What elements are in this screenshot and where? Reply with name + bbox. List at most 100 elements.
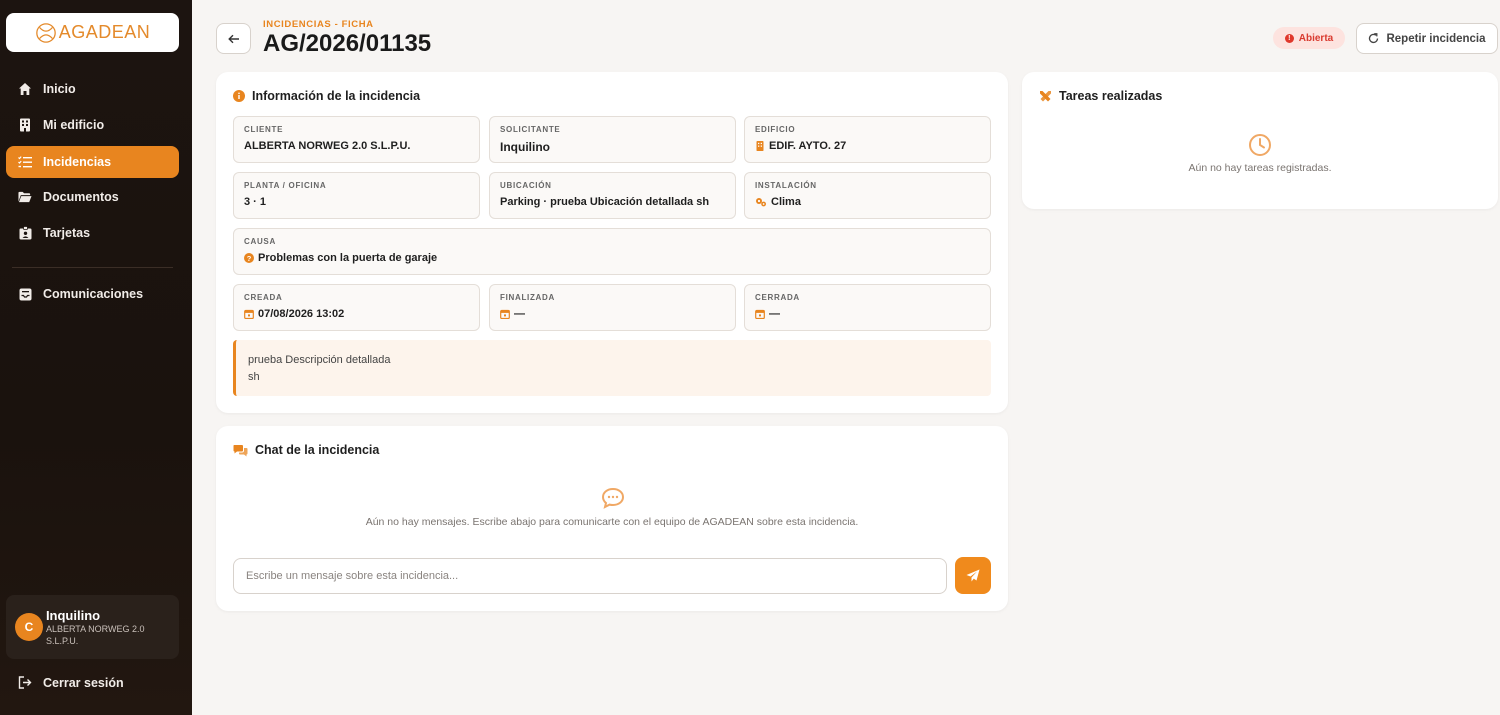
id-card-icon xyxy=(18,226,32,240)
logo-text: AGADEAN xyxy=(58,22,151,42)
field-value: 3 · 1 xyxy=(244,196,267,208)
arrow-left-icon xyxy=(227,34,239,43)
chat-empty-text: Aún no hay mensajes. Escribe abajo para … xyxy=(365,516,859,528)
paper-plane-icon xyxy=(966,569,980,582)
field-label: CERRADA xyxy=(755,293,800,302)
finalizada-value-text: — xyxy=(514,308,525,320)
page-subtitle: INCIDENCIAS - FICHA xyxy=(263,19,374,30)
repeat-label: Repetir incidencia xyxy=(1386,32,1486,45)
nav-label: Inicio xyxy=(43,82,76,96)
chat-card-title: Chat de la incidencia xyxy=(233,443,379,457)
back-button[interactable] xyxy=(216,23,251,54)
field-value: EDIF. AYTO. 27 xyxy=(755,140,980,152)
field-label: EDIFICIO xyxy=(755,125,796,134)
creada-value-text: 07/08/2026 13:02 xyxy=(258,308,345,320)
building-icon xyxy=(18,118,32,132)
info-card-title: Información de la incidencia xyxy=(233,89,420,103)
field-value: Clima xyxy=(755,196,980,208)
list-icon xyxy=(18,155,32,169)
field-label: CLIENTE xyxy=(244,125,284,134)
nav-item-comunicaciones[interactable]: Comunicaciones xyxy=(6,278,179,310)
home-icon xyxy=(18,82,32,96)
field-label: CAUSA xyxy=(244,237,276,246)
field-cerrada: CERRADA — xyxy=(744,284,991,331)
field-edificio: EDIFICIO EDIF. AYTO. 27 xyxy=(744,116,991,163)
causa-value-text: Problemas con la puerta de garaje xyxy=(258,252,438,264)
nav-item-incidencias[interactable]: Incidencias xyxy=(6,146,179,178)
tools-icon xyxy=(1040,90,1051,101)
field-label: UBICACIÓN xyxy=(500,181,552,190)
logout-button[interactable]: Cerrar sesión xyxy=(6,668,179,698)
edificio-value-text: EDIF. AYTO. 27 xyxy=(769,140,847,152)
message-bubble-icon xyxy=(600,487,625,509)
field-value: Parking · prueba Ubicación detallada sh xyxy=(500,196,710,208)
instalacion-value-text: Clima xyxy=(771,196,801,208)
status-badge: ! Abierta xyxy=(1273,27,1345,49)
nav-item-tarjetas[interactable]: Tarjetas xyxy=(6,217,179,249)
logout-label: Cerrar sesión xyxy=(43,676,124,690)
calendar-icon xyxy=(500,309,510,319)
nav-label: Documentos xyxy=(43,190,119,204)
field-value: — xyxy=(500,308,725,320)
field-finalizada: FINALIZADA — xyxy=(489,284,736,331)
repeat-incidence-button[interactable]: Repetir incidencia xyxy=(1356,23,1498,54)
building-icon xyxy=(756,141,764,151)
send-button[interactable] xyxy=(955,557,991,594)
logout-icon xyxy=(18,676,32,690)
nav-item-documentos[interactable]: Documentos xyxy=(6,181,179,213)
tasks-empty-text: Aún no hay tareas registradas. xyxy=(1188,162,1332,174)
field-label: SOLICITANTE xyxy=(500,125,561,134)
nav-item-inicio[interactable]: Inicio xyxy=(6,73,179,105)
field-label: INSTALACIÓN xyxy=(755,181,817,190)
tasks-card-title: Tareas realizadas xyxy=(1039,89,1162,103)
user-company: ALBERTA NORWEG 2.0 S.L.P.U. xyxy=(45,623,145,646)
cerrada-value-text: — xyxy=(769,308,780,320)
calendar-icon xyxy=(755,309,765,319)
user-card[interactable]: C Inquilino ALBERTA NORWEG 2.0 S.L.P.U. xyxy=(6,595,179,659)
nav-label: Mi edificio xyxy=(43,118,105,132)
logo-icon xyxy=(35,22,56,43)
avatar: C xyxy=(15,613,43,641)
inbox-icon xyxy=(18,287,32,301)
info-icon xyxy=(233,90,245,102)
nav-label: Incidencias xyxy=(43,155,112,169)
field-value: — xyxy=(755,308,980,320)
alert-icon: ! xyxy=(1284,33,1294,43)
field-causa: CAUSA ? Problemas con la puerta de garaj… xyxy=(233,228,991,275)
gears-icon xyxy=(756,198,766,207)
nav-label: Tarjetas xyxy=(43,226,91,240)
field-solicitante: SOLICITANTE Inquilino xyxy=(489,116,736,163)
info-title-text: Información de la incidencia xyxy=(252,89,421,103)
description-box: prueba Descripción detallada sh xyxy=(233,340,991,396)
field-label: FINALIZADA xyxy=(500,293,555,302)
field-value: ? Problemas con la puerta de garaje xyxy=(244,252,980,264)
calendar-icon xyxy=(244,309,254,319)
svg-text:?: ? xyxy=(247,254,252,263)
tasks-title-text: Tareas realizadas xyxy=(1059,89,1163,103)
field-value: Inquilino xyxy=(500,140,550,154)
nav-label: Comunicaciones xyxy=(43,287,144,301)
clock-icon xyxy=(1247,132,1273,158)
field-value: ALBERTA NORWEG 2.0 S.L.P.U. xyxy=(244,140,411,152)
field-value: 07/08/2026 13:02 xyxy=(244,308,469,320)
nav-item-mi-edificio[interactable]: Mi edificio xyxy=(6,109,179,141)
chat-bubbles-icon xyxy=(233,444,248,456)
field-instalacion: INSTALACIÓN Clima xyxy=(744,172,991,219)
field-creada: CREADA 07/08/2026 13:02 xyxy=(233,284,480,331)
chat-title-text: Chat de la incidencia xyxy=(255,443,380,457)
refresh-icon xyxy=(1369,33,1379,44)
page-title: AG/2026/01135 xyxy=(263,30,432,57)
logo[interactable]: AGADEAN xyxy=(6,13,179,52)
folder-icon xyxy=(18,190,32,204)
sidebar-divider xyxy=(12,267,173,268)
chat-message-input[interactable] xyxy=(233,558,947,594)
field-ubicacion: UBICACIÓN Parking · prueba Ubicación det… xyxy=(489,172,736,219)
field-planta: PLANTA / OFICINA 3 · 1 xyxy=(233,172,480,219)
sidebar: AGADEAN Inicio Mi edificio Incidencias D… xyxy=(0,0,192,715)
field-label: CREADA xyxy=(244,293,283,302)
status-label: Abierta xyxy=(1298,32,1334,44)
field-label: PLANTA / OFICINA xyxy=(244,181,327,190)
question-icon: ? xyxy=(244,253,254,263)
user-name: Inquilino xyxy=(45,607,101,623)
field-cliente: CLIENTE ALBERTA NORWEG 2.0 S.L.P.U. xyxy=(233,116,480,163)
